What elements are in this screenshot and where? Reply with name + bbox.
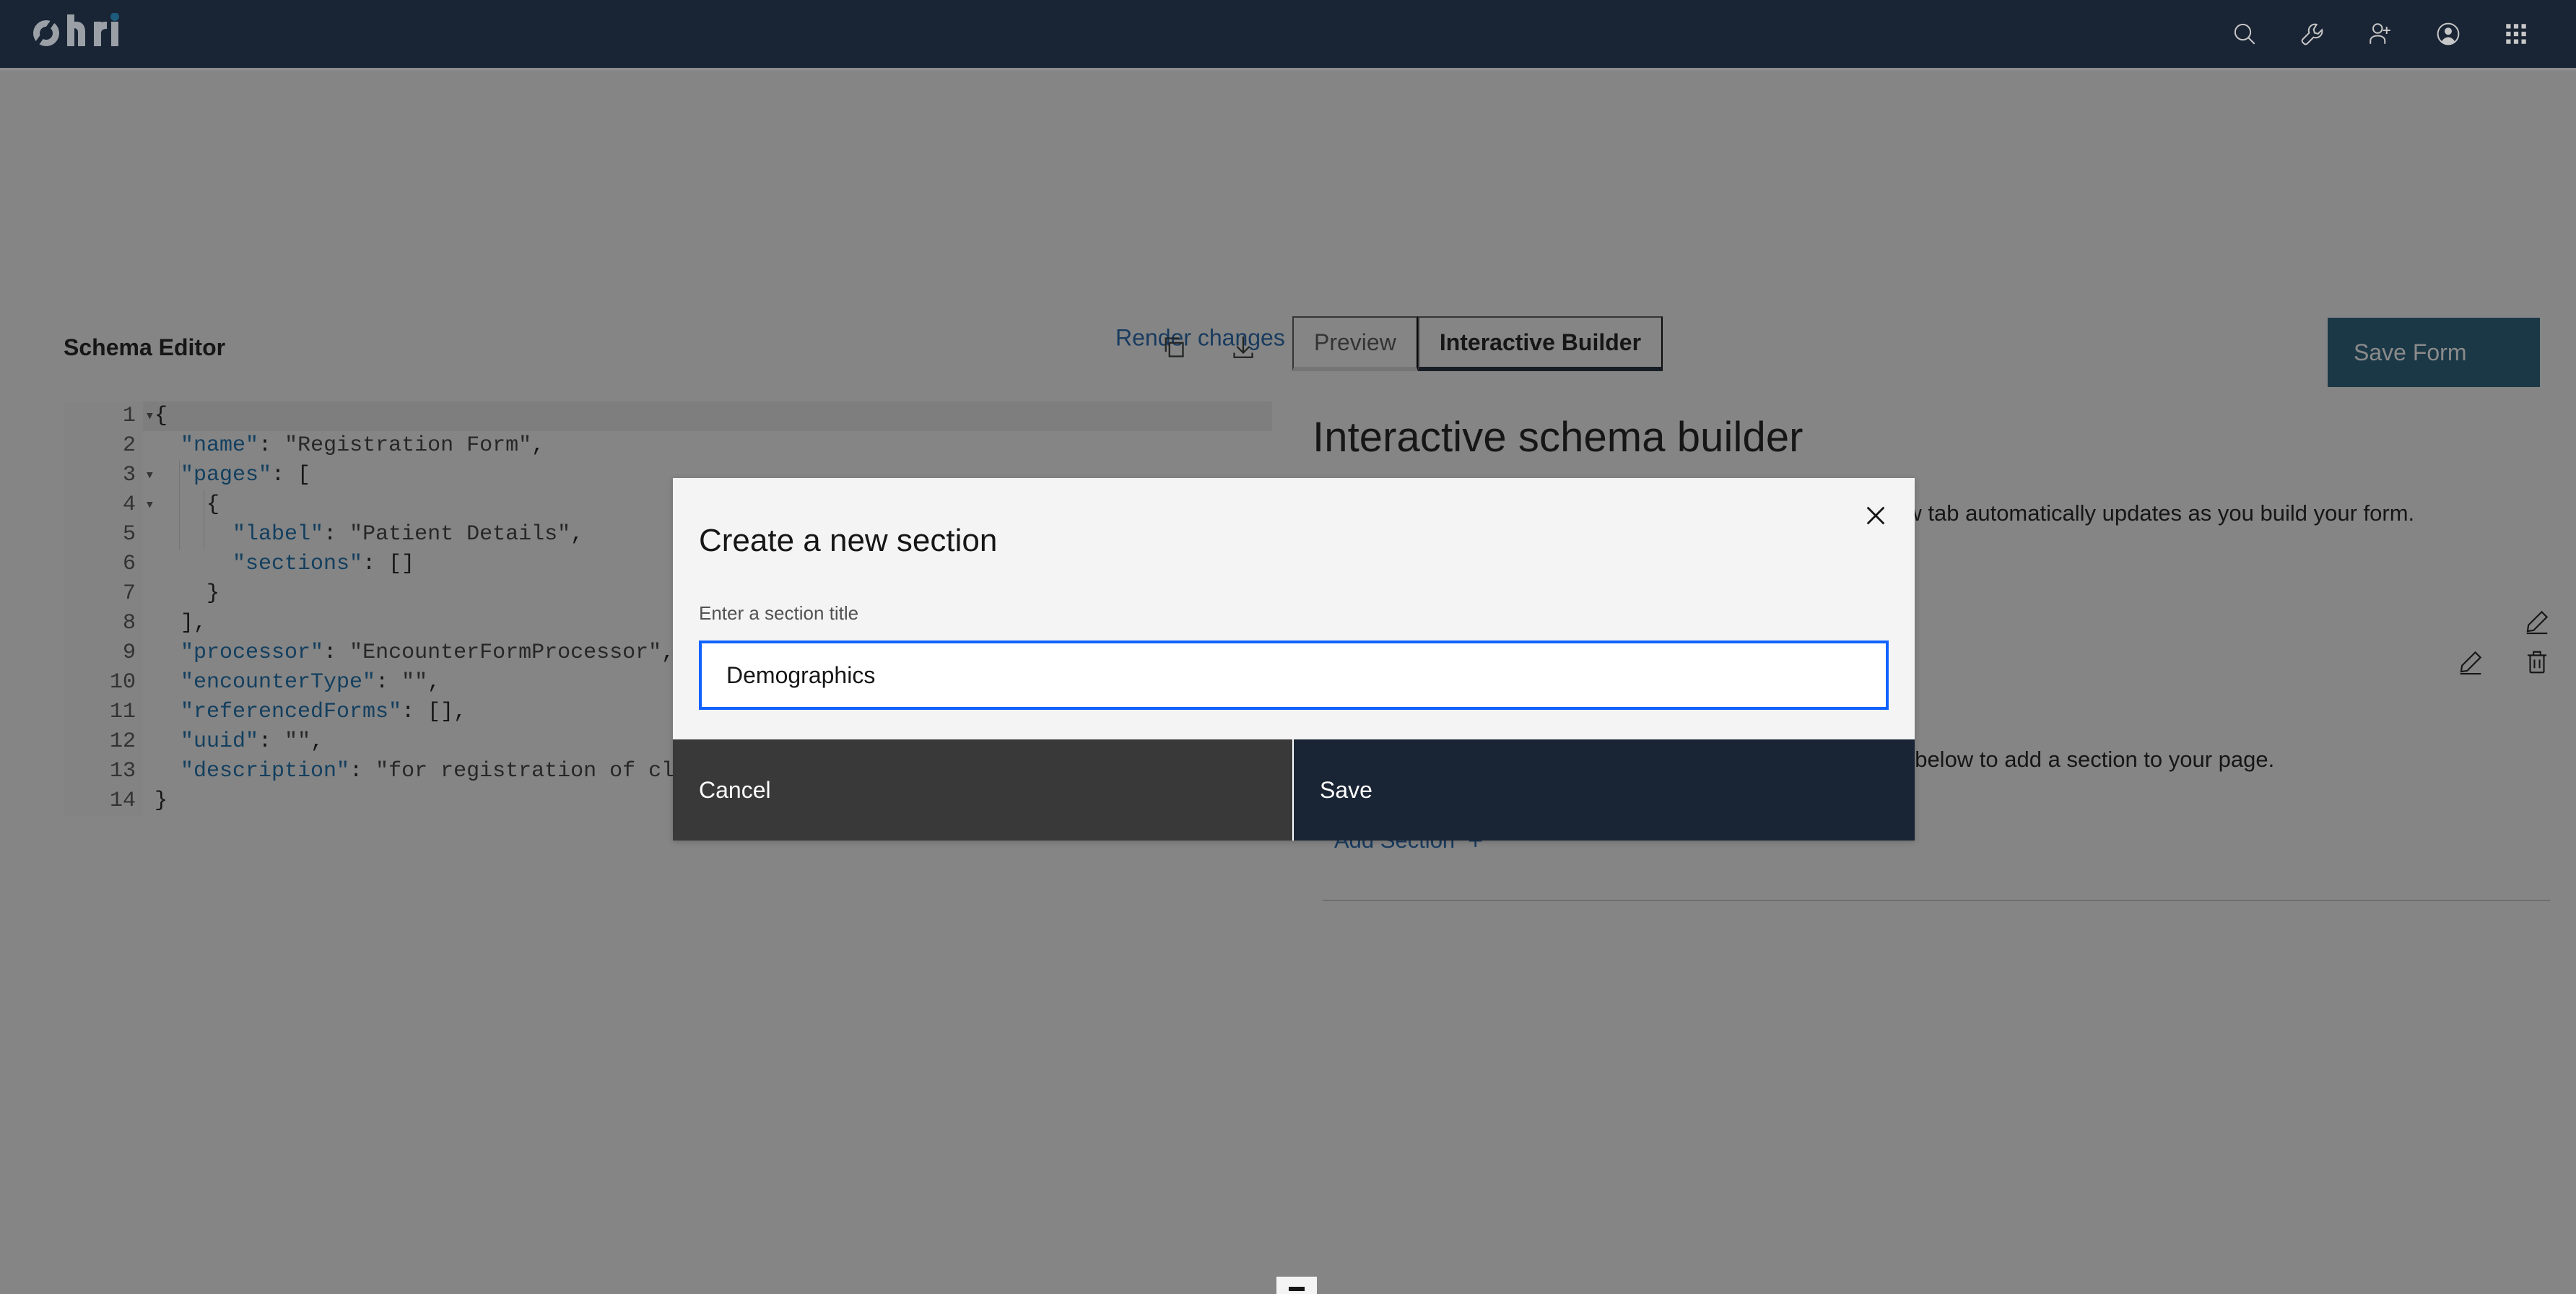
save-button[interactable]: Save bbox=[1294, 739, 1915, 841]
close-icon[interactable] bbox=[1850, 490, 1902, 542]
navbar-icons bbox=[2211, 0, 2550, 68]
ohri-logo[interactable] bbox=[27, 13, 152, 55]
top-navbar bbox=[0, 0, 2576, 68]
ohri-logo-mark bbox=[33, 13, 119, 46]
drag-handle-dots bbox=[1289, 1287, 1305, 1291]
wrench-icon[interactable] bbox=[2279, 0, 2346, 68]
user-avatar-icon[interactable] bbox=[2414, 0, 2482, 68]
bottom-floating-handle[interactable] bbox=[1276, 1277, 1317, 1294]
create-section-modal: Create a new section Enter a section tit… bbox=[673, 478, 1915, 841]
modal-footer: Cancel Save bbox=[673, 739, 1915, 841]
modal-body: Create a new section Enter a section tit… bbox=[673, 478, 1915, 739]
app-switcher-icon[interactable] bbox=[2482, 0, 2550, 68]
section-title-label: Enter a section title bbox=[699, 602, 859, 624]
modal-title: Create a new section bbox=[699, 523, 998, 558]
cancel-button[interactable]: Cancel bbox=[673, 739, 1294, 841]
add-user-icon[interactable] bbox=[2346, 0, 2414, 68]
section-title-input[interactable] bbox=[699, 641, 1889, 710]
search-icon[interactable] bbox=[2211, 0, 2279, 68]
